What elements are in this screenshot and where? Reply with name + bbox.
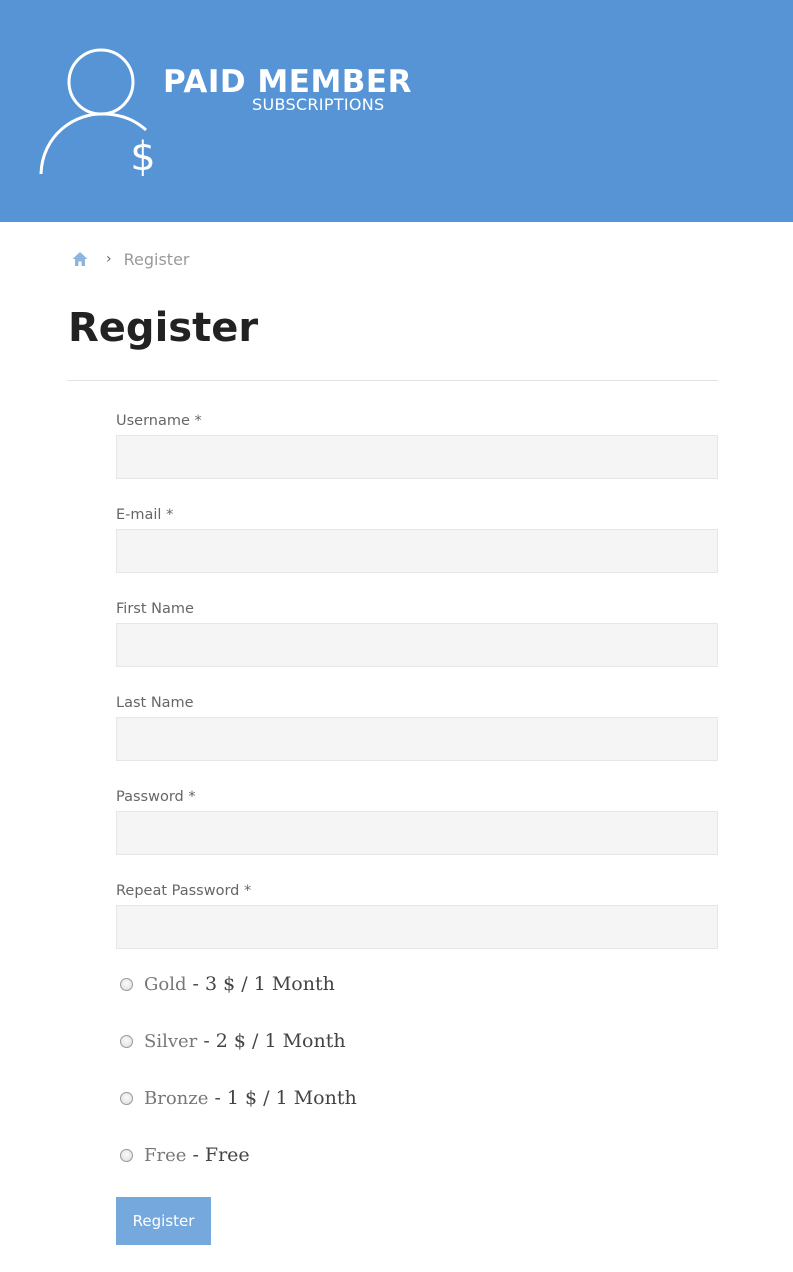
password-input[interactable] <box>116 811 718 855</box>
plan-option-gold[interactable]: Gold - 3 $ / 1 Month <box>120 971 335 997</box>
last-name-input[interactable] <box>116 717 718 761</box>
title-divider <box>67 380 718 381</box>
email-input[interactable] <box>116 529 718 573</box>
plan-price-free: - Free <box>186 1144 250 1166</box>
plan-name-silver: Silver <box>144 1030 198 1052</box>
plan-name-free: Free <box>144 1144 187 1166</box>
plan-price-bronze: - 1 $ / 1 Month <box>208 1087 357 1109</box>
user-dollar-icon: $ <box>39 48 156 178</box>
username-label: Username * <box>116 413 202 429</box>
breadcrumb: › Register <box>71 248 189 270</box>
logo-subtitle: SUBSCRIPTIONS <box>252 95 385 114</box>
email-label: E-mail * <box>116 507 174 523</box>
plan-radio-silver[interactable] <box>120 1034 133 1048</box>
breadcrumb-current: Register <box>123 249 190 269</box>
first-name-label: First Name <box>116 601 194 617</box>
plan-price-gold: - 3 $ / 1 Month <box>186 973 335 995</box>
site-header: $ PAID MEMBER SUBSCRIPTIONS <box>0 0 793 222</box>
plan-radio-gold[interactable] <box>120 977 133 991</box>
plan-name-bronze: Bronze <box>144 1087 209 1109</box>
plan-option-bronze[interactable]: Bronze - 1 $ / 1 Month <box>120 1085 357 1111</box>
page-title: Register <box>68 305 259 351</box>
plan-price-silver: - 2 $ / 1 Month <box>197 1030 346 1052</box>
repeat-password-input[interactable] <box>116 905 718 949</box>
password-label: Password * <box>116 789 196 805</box>
register-button[interactable]: Register <box>116 1197 211 1245</box>
plan-option-silver[interactable]: Silver - 2 $ / 1 Month <box>120 1028 346 1054</box>
svg-text:$: $ <box>130 134 155 178</box>
username-input[interactable] <box>116 435 718 479</box>
plan-radio-free[interactable] <box>120 1148 133 1162</box>
plan-radio-bronze[interactable] <box>120 1091 133 1105</box>
repeat-password-label: Repeat Password * <box>116 883 252 899</box>
last-name-label: Last Name <box>116 695 194 711</box>
first-name-input[interactable] <box>116 623 718 667</box>
plan-option-free[interactable]: Free - Free <box>120 1142 250 1168</box>
chevron-right-icon: › <box>106 251 112 267</box>
home-icon[interactable] <box>71 250 89 268</box>
plan-name-gold: Gold <box>144 973 187 995</box>
